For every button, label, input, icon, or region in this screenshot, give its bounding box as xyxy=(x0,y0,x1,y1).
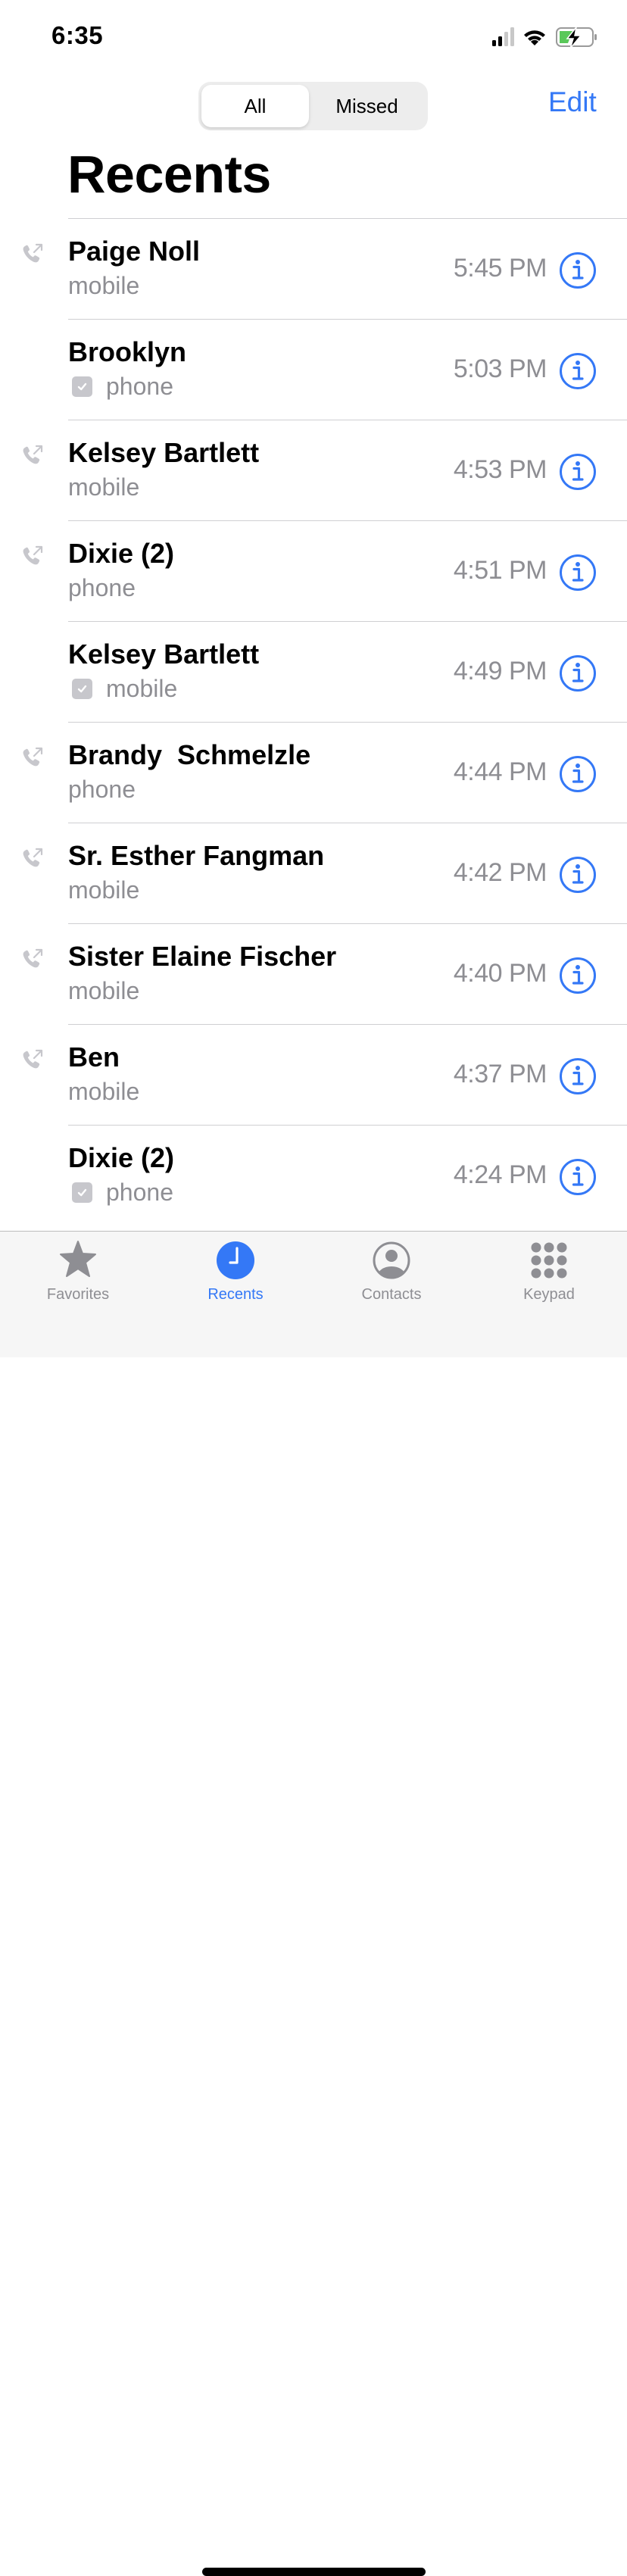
info-icon[interactable] xyxy=(559,352,597,390)
tab-keypad[interactable]: Keypad xyxy=(481,1232,617,1315)
checkmark-icon xyxy=(72,1182,92,1203)
info-icon[interactable] xyxy=(559,554,597,592)
edit-button[interactable]: Edit xyxy=(548,86,597,118)
tab-label: Favorites xyxy=(46,1286,110,1303)
phone-type: mobile xyxy=(68,1078,140,1105)
filter-segmented-control: All Missed xyxy=(198,82,428,130)
status-time: 6:35 xyxy=(51,21,104,49)
tab-label: Keypad xyxy=(523,1286,575,1303)
phone-type: phone xyxy=(106,1179,173,1206)
call-time: 5:03 PM xyxy=(453,354,547,383)
caller-name: Kelsey Bartlett xyxy=(68,639,260,670)
call-row[interactable]: Dixie (2) phone 4:51 PM xyxy=(23,520,627,621)
phone-type: mobile xyxy=(68,272,140,299)
tab-favorites[interactable]: Favorites xyxy=(10,1232,146,1315)
outgoing-call-icon xyxy=(23,243,43,263)
call-label: mobile xyxy=(68,675,177,703)
call-row[interactable]: Ben mobile 4:37 PM xyxy=(23,1024,627,1125)
outgoing-call-icon xyxy=(23,948,43,968)
caller-name: Sister Elaine Fischer xyxy=(68,941,337,972)
cellular-signal-icon xyxy=(492,27,514,46)
phone-type: mobile xyxy=(68,473,140,501)
info-icon[interactable] xyxy=(559,1057,597,1095)
caller-name: Ben xyxy=(68,1041,120,1073)
call-row[interactable]: Kelsey Bartlett mobile 4:53 PM xyxy=(23,420,627,520)
call-time: 4:42 PM xyxy=(453,858,547,887)
status-icons xyxy=(492,27,597,48)
caller-name: Dixie (2) xyxy=(68,538,175,569)
phone-type: phone xyxy=(106,373,173,400)
checkmark-icon xyxy=(72,376,92,397)
call-time: 5:45 PM xyxy=(453,254,547,283)
tab-label: Contacts xyxy=(361,1286,422,1303)
tab-bar: Favorites Recents Contacts Keypad xyxy=(0,1231,627,2576)
phone-type: mobile xyxy=(68,876,140,904)
caller-name: Sr. Esther Fangman xyxy=(68,840,325,871)
info-icon[interactable] xyxy=(559,957,597,994)
wifi-icon xyxy=(524,30,545,45)
call-time: 4:53 PM xyxy=(453,455,547,484)
call-time: 4:44 PM xyxy=(453,757,547,786)
battery-charging-icon xyxy=(556,27,597,48)
outgoing-call-icon xyxy=(23,747,43,767)
call-time: 4:51 PM xyxy=(453,556,547,585)
phone-type: mobile xyxy=(68,977,140,1004)
call-row[interactable]: Sr. Esther Fangman mobile 4:42 PM xyxy=(23,823,627,923)
outgoing-call-icon xyxy=(23,445,43,464)
call-time: 4:37 PM xyxy=(453,1060,547,1088)
recents-list: Paige Noll mobile 5:45 PM Brooklyn phone… xyxy=(0,218,627,1226)
phone-type: phone xyxy=(68,574,136,601)
call-time: 4:40 PM xyxy=(453,959,547,988)
info-icon[interactable] xyxy=(559,453,597,491)
call-row[interactable]: Paige Noll mobile 5:45 PM xyxy=(23,218,627,319)
info-icon[interactable] xyxy=(559,654,597,692)
call-label: phone xyxy=(68,574,136,602)
outgoing-call-icon xyxy=(23,545,43,565)
call-label: mobile xyxy=(68,272,139,300)
caller-name: Paige Noll xyxy=(68,236,201,267)
tab-label: Recents xyxy=(207,1286,264,1303)
segment-all[interactable]: All xyxy=(201,85,309,127)
call-row[interactable]: Brandy Schmelzle phone 4:44 PM xyxy=(23,722,627,823)
segment-missed[interactable]: Missed xyxy=(309,85,425,127)
call-row[interactable]: Brooklyn phone 5:03 PM xyxy=(68,319,627,420)
caller-name: Brooklyn xyxy=(68,336,187,367)
info-icon[interactable] xyxy=(559,251,597,289)
info-icon[interactable] xyxy=(559,856,597,894)
call-row[interactable]: Kelsey Bartlett mobile 4:49 PM xyxy=(68,621,627,722)
call-time: 4:24 PM xyxy=(453,1160,547,1189)
caller-name: Kelsey Bartlett xyxy=(68,437,260,468)
call-row[interactable]: Dixie (2) phone 4:24 PM xyxy=(68,1125,627,1226)
call-label: phone xyxy=(68,776,136,804)
info-icon[interactable] xyxy=(559,1158,597,1196)
star-icon xyxy=(60,1241,96,1277)
call-time: 4:49 PM xyxy=(453,657,547,685)
caller-name: Dixie (2) xyxy=(68,1142,175,1173)
call-label: mobile xyxy=(68,1078,139,1106)
home-indicator[interactable] xyxy=(202,2568,426,2576)
info-icon[interactable] xyxy=(559,755,597,793)
outgoing-call-icon xyxy=(23,848,43,867)
call-label: phone xyxy=(68,1179,173,1207)
checkmark-icon xyxy=(72,679,92,699)
call-label: mobile xyxy=(68,977,139,1005)
outgoing-call-icon xyxy=(23,1049,43,1069)
call-row[interactable]: Sister Elaine Fischer mobile 4:40 PM xyxy=(23,923,627,1024)
call-label: phone xyxy=(68,373,173,401)
call-label: mobile xyxy=(68,876,139,904)
status-bar: 6:35 xyxy=(0,0,627,68)
call-label: mobile xyxy=(68,473,139,501)
tab-recents[interactable]: Recents xyxy=(167,1232,304,1315)
tab-contacts[interactable]: Contacts xyxy=(323,1232,460,1315)
phone-type: mobile xyxy=(106,675,178,702)
person-circle-icon xyxy=(373,1241,410,1279)
phone-type: phone xyxy=(68,776,136,803)
keypad-icon xyxy=(531,1242,567,1279)
clock-icon xyxy=(217,1241,254,1279)
page-title: Recents xyxy=(67,145,271,204)
caller-name: Brandy Schmelzle xyxy=(68,739,311,770)
